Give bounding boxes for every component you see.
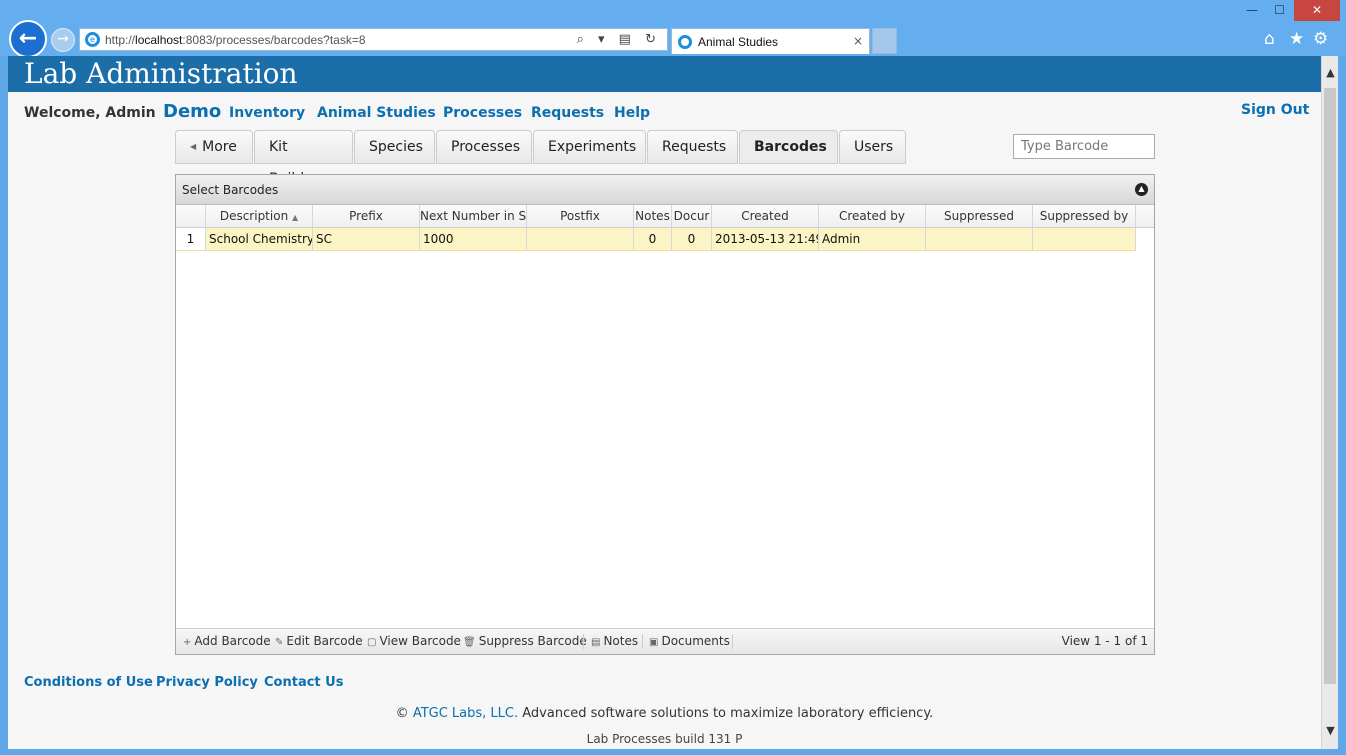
table-row[interactable]: 1 School Chemistry SC 1000 0 0 2013-05-1… <box>176 228 1136 251</box>
ie-icon: e <box>85 32 100 47</box>
plus-icon: + <box>183 637 192 648</box>
nav-processes[interactable]: Processes <box>443 105 522 121</box>
scroll-down-icon[interactable]: ▼ <box>1322 724 1339 737</box>
image-icon: ▣ <box>649 637 659 648</box>
cell-next-number: 1000 <box>420 228 527 250</box>
vertical-scrollbar[interactable]: ▲ ▼ <box>1321 56 1338 749</box>
header-created[interactable]: Created <box>712 205 819 227</box>
scroll-thumb[interactable] <box>1324 88 1336 684</box>
favorites-icon[interactable]: ★ <box>1289 28 1304 50</box>
grid-footer: + Add Barcode ✎ Edit Barcode ▢ View Barcode… <box>176 628 1154 654</box>
tab-title: Animal Studies <box>698 35 779 49</box>
document-icon: ▢ <box>367 637 377 648</box>
documents-button[interactable]: ▣ Documents <box>649 629 730 655</box>
tab-species[interactable]: Species <box>354 130 435 164</box>
tab-close-icon[interactable]: × <box>853 34 863 48</box>
grid-title: Select Barcodes ▲ <box>176 175 1154 205</box>
edit-barcode-button[interactable]: ✎ Edit Barcode <box>275 629 363 655</box>
ie-tab-icon <box>678 35 692 49</box>
cell-prefix: SC <box>313 228 420 250</box>
header-suppressed[interactable]: Suppressed <box>926 205 1033 227</box>
cell-created: 2013-05-13 21:49 <box>712 228 819 250</box>
back-button[interactable]: ← <box>9 20 47 58</box>
cell-created-by: Admin <box>819 228 926 250</box>
close-window-button[interactable]: ✕ <box>1294 0 1340 21</box>
arrow-left-icon: ◀ <box>190 142 197 151</box>
tab-more[interactable]: ◀ More <box>175 130 253 164</box>
pencil-icon: ✎ <box>275 637 284 648</box>
maximize-button[interactable]: ☐ <box>1266 0 1293 21</box>
header-prefix[interactable]: Prefix <box>313 205 420 227</box>
nav-inventory[interactable]: Inventory <box>229 105 305 121</box>
page-title: Lab Administration <box>8 56 1321 92</box>
cell-postfix <box>527 228 634 250</box>
header-documents[interactable]: Docur <box>672 205 712 227</box>
tab-requests[interactable]: Requests <box>647 130 738 164</box>
view-barcode-button[interactable]: ▢ View Barcode <box>367 629 461 655</box>
barcode-search-input[interactable] <box>1013 134 1155 159</box>
gear-icon[interactable]: ⚙ <box>1313 28 1328 50</box>
contact-us-link[interactable]: Contact Us <box>264 675 343 690</box>
footer-divider <box>642 634 643 649</box>
sign-out-link[interactable]: Sign Out <box>1241 102 1309 118</box>
cell-notes: 0 <box>634 228 672 250</box>
scroll-up-icon[interactable]: ▲ <box>1322 66 1339 79</box>
build-info: Lab Processes build 131 P <box>586 732 743 746</box>
nav-animal-studies[interactable]: Animal Studies <box>317 105 436 121</box>
cell-suppressed <box>926 228 1033 250</box>
header-rownum <box>176 205 206 227</box>
privacy-policy-link[interactable]: Privacy Policy <box>156 675 258 690</box>
tab-barcodes[interactable]: Barcodes <box>739 130 838 164</box>
forward-button[interactable]: → <box>51 28 75 52</box>
tab-kit-builder[interactable]: Kit Builder <box>254 130 353 187</box>
address-controls-icon[interactable]: ⌕ ▾ ▤ ↻ <box>577 32 661 47</box>
barcodes-grid: Select Barcodes ▲ Description ▲ Prefix N… <box>175 174 1155 655</box>
trash-icon: 🗑 <box>463 637 476 648</box>
header-created-by[interactable]: Created by <box>819 205 926 227</box>
suppress-barcode-button[interactable]: 🗑 Suppress Barcode <box>463 629 587 655</box>
copyright: © ATGC Labs, LLC. Advanced software solu… <box>395 706 934 721</box>
pager-info: View 1 - 1 of 1 <box>1061 634 1148 648</box>
notes-button[interactable]: ▤ Notes <box>591 629 638 655</box>
nav-help[interactable]: Help <box>614 105 650 121</box>
minimize-button[interactable]: — <box>1239 0 1265 21</box>
atgc-labs-link[interactable]: ATGC Labs, LLC. <box>413 706 518 721</box>
header-postfix[interactable]: Postfix <box>527 205 634 227</box>
tab-processes[interactable]: Processes <box>436 130 532 164</box>
admin-tabs: ◀More Kit Builder Species Processes Expe… <box>175 130 907 187</box>
add-barcode-button[interactable]: + Add Barcode <box>183 629 271 655</box>
collapse-icon[interactable]: ▲ <box>1135 183 1148 196</box>
notes-icon: ▤ <box>591 637 601 648</box>
cell-documents: 0 <box>672 228 712 250</box>
tab-users[interactable]: Users <box>839 130 906 164</box>
cell-description: School Chemistry <box>206 228 313 250</box>
sort-asc-icon: ▲ <box>292 213 299 222</box>
page: Lab Administration Welcome, Admin Demo I… <box>8 56 1321 749</box>
tab-experiments[interactable]: Experiments <box>533 130 646 164</box>
nav-requests[interactable]: Requests <box>531 105 604 121</box>
grid-header: Description ▲ Prefix Next Number in Se P… <box>176 205 1154 228</box>
cell-suppressed-by <box>1033 228 1136 250</box>
header-next-number[interactable]: Next Number in Se <box>420 205 527 227</box>
home-icon[interactable]: ⌂ <box>1264 28 1275 50</box>
header-notes[interactable]: Notes <box>634 205 672 227</box>
row-number: 1 <box>176 228 206 250</box>
footer-divider <box>583 634 584 649</box>
nav-demo[interactable]: Demo <box>163 101 221 122</box>
browser-chrome: — ☐ ✕ ← → e http://localhost:8083/proces… <box>0 0 1346 58</box>
address-bar[interactable]: e http://localhost:8083/processes/barcod… <box>79 28 668 51</box>
header-suppressed-by[interactable]: Suppressed by <box>1033 205 1136 227</box>
conditions-of-use-link[interactable]: Conditions of Use <box>24 675 153 690</box>
header-description[interactable]: Description ▲ <box>206 205 313 227</box>
url-text: http://localhost:8083/processes/barcodes… <box>105 33 366 47</box>
welcome-text: Welcome, Admin <box>24 105 156 121</box>
footer-divider <box>732 634 733 649</box>
new-tab-button[interactable] <box>872 28 897 54</box>
browser-tab[interactable]: Animal Studies × <box>671 28 870 54</box>
